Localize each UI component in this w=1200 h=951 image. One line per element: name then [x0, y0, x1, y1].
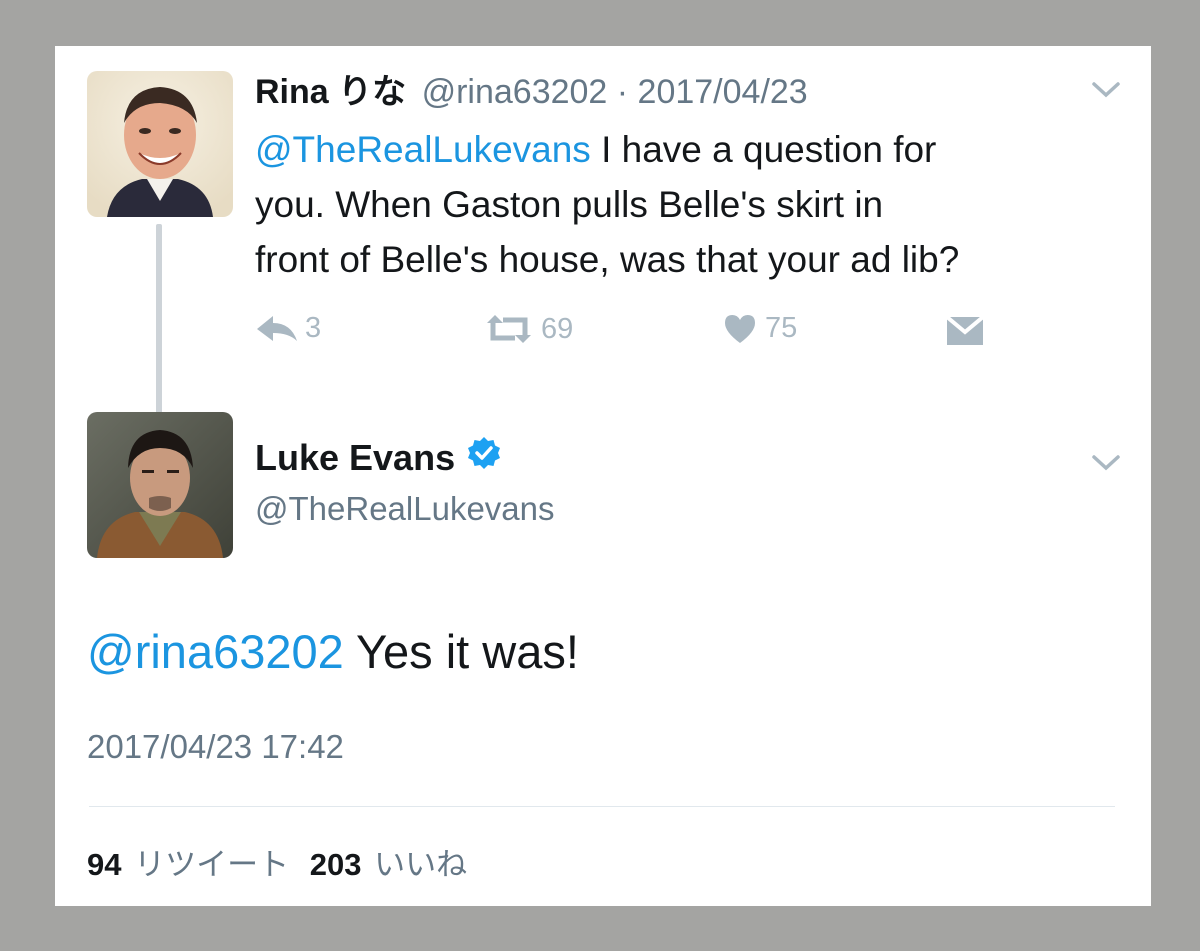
direct-message-icon [946, 316, 984, 346]
retweet-icon [483, 312, 535, 346]
tweet-stats: 94 リツイート 203 いいね [87, 845, 467, 885]
mention-link[interactable]: @rina63202 [87, 625, 344, 678]
reply-icon [255, 313, 299, 345]
heart-icon [723, 313, 757, 345]
like-button[interactable]: 75 [723, 312, 797, 345]
mention-link[interactable]: @TheRealLukevans [255, 129, 591, 170]
direct-message-button[interactable] [946, 316, 984, 346]
chevron-down-icon[interactable] [1091, 80, 1121, 105]
luke-evans-avatar[interactable] [87, 412, 233, 558]
author-display-name[interactable]: Luke Evans [255, 436, 455, 480]
tweet-timestamp[interactable]: 2017/04/23 17:42 [87, 726, 344, 768]
main-tweet-text: @rina63202 Yes it was! [87, 625, 579, 678]
retweets-stat[interactable]: 94 リツイート [87, 847, 298, 882]
reply-author-name[interactable]: Rina りな [255, 73, 406, 111]
reply-tweet-text: @TheRealLukevans I have a question for y… [255, 129, 960, 280]
reply-handle-date[interactable]: @rina63202 · 2017/04/23 [422, 73, 808, 111]
likes-stat[interactable]: 203 いいね [310, 847, 467, 882]
rina-avatar[interactable] [87, 71, 233, 217]
retweet-button[interactable]: 69 [483, 312, 573, 346]
reply-tweet-header: Rina りな @rina63202 · 2017/04/23 [255, 70, 808, 114]
author-handle[interactable]: @TheRealLukevans [255, 488, 555, 530]
verified-badge-icon [467, 436, 501, 480]
main-tweet-author[interactable]: Luke Evans [255, 436, 501, 480]
tweet-card: Rina りな @rina63202 · 2017/04/23 @TheReal… [55, 46, 1151, 906]
chevron-down-icon[interactable] [1091, 453, 1121, 478]
reply-button[interactable]: 3 [255, 312, 321, 345]
divider [89, 806, 1115, 807]
